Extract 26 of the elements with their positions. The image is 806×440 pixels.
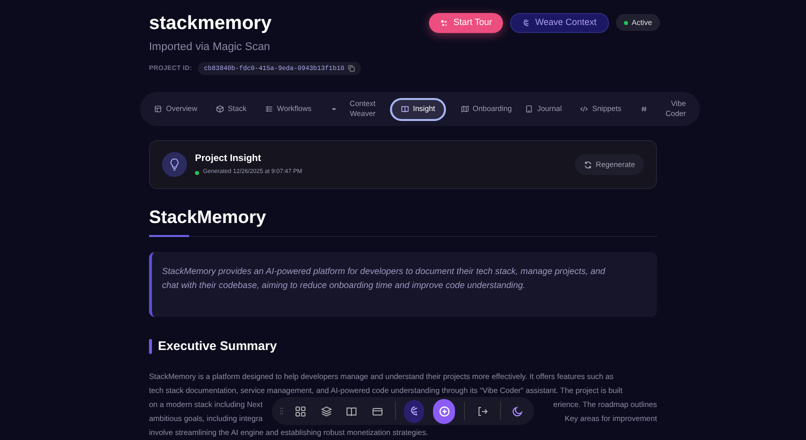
- add-button[interactable]: [433, 398, 456, 424]
- weave-context-button[interactable]: Weave Context: [510, 13, 609, 33]
- notebook-icon: [525, 105, 534, 114]
- summary-quote: StackMemory provides an AI-powered platform for developers to document their tech stack, manage projects, and chat with their codebase, aiming to reduce onboarding time and improve code understanding.: [162, 265, 606, 292]
- hash-icon: [640, 105, 648, 114]
- weave-icon: [522, 19, 530, 27]
- book-icon: [401, 105, 410, 114]
- layout-icon: [154, 105, 162, 114]
- drag-handle-icon[interactable]: [280, 407, 284, 415]
- section-heading: Executive Summary: [158, 338, 277, 356]
- copy-icon[interactable]: [348, 64, 356, 72]
- add-icon: [438, 406, 450, 416]
- weave-icon: [409, 406, 420, 416]
- cube-icon: [216, 105, 224, 114]
- project-title: stackmemory: [149, 12, 273, 36]
- page-heading: StackMemory: [149, 206, 268, 230]
- refresh-icon: [584, 160, 592, 169]
- map-icon: [460, 105, 469, 114]
- start-tour-button[interactable]: Start Tour: [429, 13, 504, 33]
- project-subtitle: Imported via Magic Scan: [149, 40, 272, 55]
- lightbulb-icon: [162, 152, 187, 178]
- weave-button[interactable]: [404, 400, 424, 422]
- list-icon: [265, 105, 274, 114]
- insight-title: Project Insight: [195, 152, 262, 166]
- code-icon: [580, 105, 588, 114]
- sparkle-icon: [440, 19, 448, 27]
